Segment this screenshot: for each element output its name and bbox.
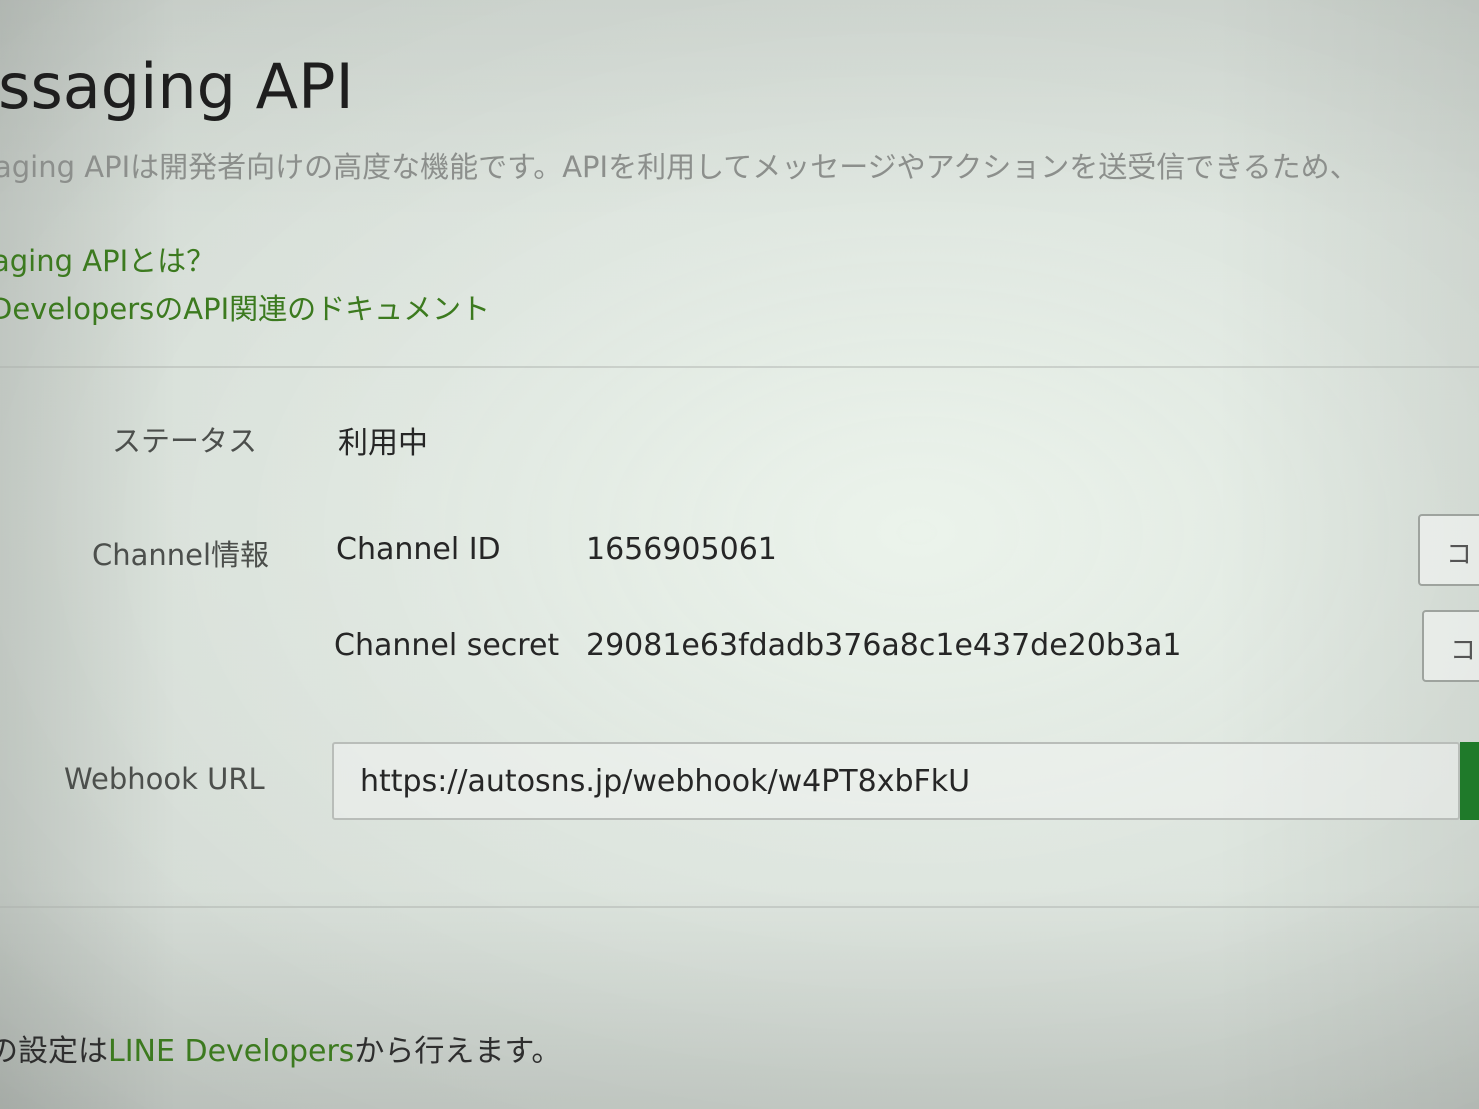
copy-channel-secret-button[interactable]: コ [1422, 610, 1479, 682]
channel-secret-label: Channel secret [334, 628, 560, 663]
page-description: aging APIは開発者向けの高度な機能です。APIを利用してメッセージやアク… [0, 150, 1359, 184]
channel-id-label: Channel ID [336, 532, 501, 567]
copy-channel-id-button[interactable]: コ [1418, 514, 1479, 586]
footer-note: の設定はLINE Developersから行えます。 [0, 1026, 561, 1070]
footer-prefix: の設定は [0, 1034, 108, 1069]
webhook-save-button[interactable] [1460, 742, 1479, 820]
status-value: 利用中 [338, 426, 428, 461]
webhook-url-input[interactable] [332, 742, 1460, 820]
channel-id-value: 1656905061 [586, 532, 777, 567]
channel-secret-value: 29081e63fdadb376a8c1e437de20b3a1 [586, 628, 1182, 663]
section-divider-bottom [0, 906, 1479, 908]
channel-info-label: Channel情報 [92, 538, 270, 572]
webhook-url-label: Webhook URL [64, 762, 265, 796]
status-label: ステータス [112, 424, 258, 458]
line-developers-link[interactable]: LINE Developers [108, 1034, 354, 1069]
section-divider-top [0, 366, 1479, 368]
footer-suffix: から行えます。 [354, 1034, 562, 1069]
page-title: essaging API [0, 50, 354, 123]
api-docs-link[interactable]: DevelopersのAPI関連のドキュメント [0, 286, 490, 328]
messaging-api-help-link[interactable]: aging APIとは？ [0, 238, 215, 280]
